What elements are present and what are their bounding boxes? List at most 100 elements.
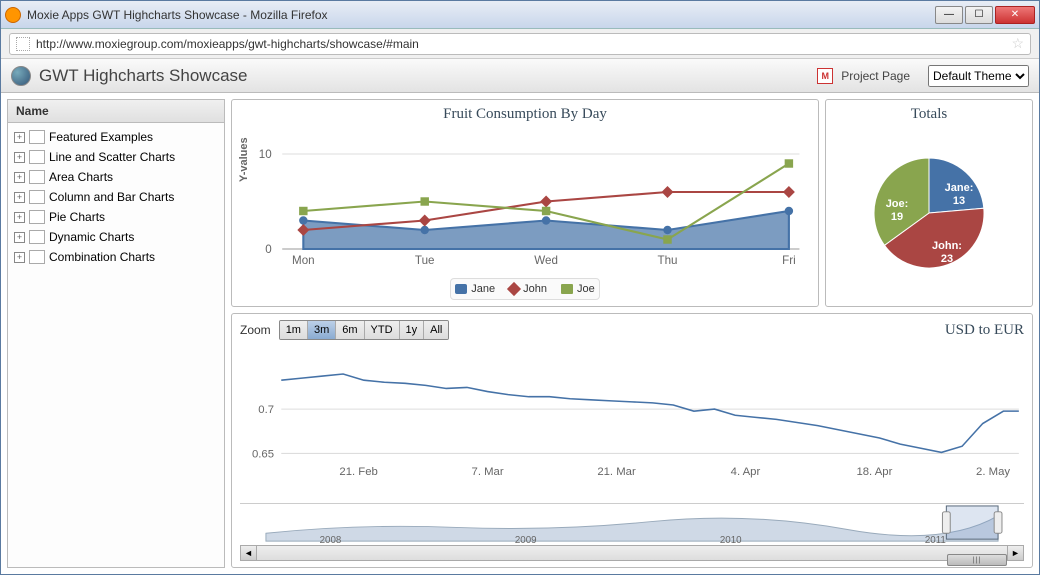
pie-chart-title: Totals: [834, 106, 1024, 123]
expand-icon[interactable]: +: [14, 252, 25, 263]
page-icon: [16, 37, 30, 51]
minimize-button[interactable]: —: [935, 6, 963, 24]
zoom-buttons: 1m 3m 6m YTD 1y All: [279, 320, 450, 340]
maximize-button[interactable]: ☐: [965, 6, 993, 24]
tree: + Featured Examples + Line and Scatter Cha…: [8, 123, 224, 271]
project-page-link[interactable]: Project Page: [841, 69, 910, 83]
dynamic-chart-icon: [29, 230, 45, 244]
legend-john[interactable]: John: [509, 283, 547, 295]
svg-text:2009: 2009: [515, 535, 537, 545]
expand-icon[interactable]: +: [14, 152, 25, 163]
url-bar: ☆: [1, 29, 1039, 59]
area-chart[interactable]: 10 0: [240, 125, 810, 278]
svg-text:Joe:: Joe:: [886, 198, 909, 210]
tree-item-area[interactable]: + Area Charts: [10, 167, 222, 187]
zoom-all[interactable]: All: [424, 321, 448, 339]
theme-select[interactable]: Default Theme: [928, 65, 1029, 87]
navigator[interactable]: 2008 2009 2010 2011: [240, 503, 1024, 545]
firefox-icon: [5, 7, 21, 23]
expand-icon[interactable]: +: [14, 132, 25, 143]
area-chart-title: Fruit Consumption By Day: [240, 106, 810, 123]
svg-text:Thu: Thu: [657, 254, 677, 267]
area-chart-panel: Fruit Consumption By Day Y-values 10 0: [231, 99, 819, 307]
tree-label: Column and Bar Charts: [49, 190, 174, 204]
tree-item-line[interactable]: + Line and Scatter Charts: [10, 147, 222, 167]
svg-text:13: 13: [953, 195, 965, 207]
legend-joe[interactable]: Joe: [561, 283, 595, 295]
zoom-1y[interactable]: 1y: [400, 321, 425, 339]
project-page-icon: M: [817, 68, 833, 84]
svg-text:2011: 2011: [925, 535, 946, 545]
svg-text:2. May: 2. May: [976, 466, 1010, 478]
svg-text:23: 23: [941, 253, 953, 265]
scroll-left-button[interactable]: ◄: [241, 546, 257, 560]
svg-text:0.65: 0.65: [252, 449, 274, 461]
bar-chart-icon: [29, 190, 45, 204]
svg-text:18. Apr: 18. Apr: [856, 466, 892, 478]
square-icon: [455, 284, 467, 294]
stock-chart-title: USD to EUR: [945, 322, 1024, 339]
legend-jane[interactable]: Jane: [455, 283, 495, 295]
stock-chart[interactable]: 0.7 0.65 21. Feb 7. Mar 21. Mar 4. Apr 1…: [240, 344, 1024, 501]
url-input[interactable]: [36, 37, 1005, 51]
svg-text:Tue: Tue: [415, 254, 435, 267]
app-logo-icon: [11, 66, 31, 86]
area-chart-legend: Jane John Joe: [450, 278, 599, 300]
tree-label: Featured Examples: [49, 130, 153, 144]
tree-item-pie[interactable]: + Pie Charts: [10, 207, 222, 227]
zoom-label: Zoom: [240, 323, 271, 337]
svg-text:0: 0: [265, 243, 271, 256]
tree-item-featured[interactable]: + Featured Examples: [10, 127, 222, 147]
svg-text:2008: 2008: [320, 535, 342, 545]
app-title: GWT Highcharts Showcase: [39, 66, 809, 86]
close-button[interactable]: ✕: [995, 6, 1035, 24]
app-header: GWT Highcharts Showcase M Project Page D…: [1, 59, 1039, 93]
svg-text:7. Mar: 7. Mar: [472, 466, 504, 478]
tree-item-dynamic[interactable]: + Dynamic Charts: [10, 227, 222, 247]
line-chart-icon: [29, 150, 45, 164]
svg-text:Jane:: Jane:: [945, 182, 974, 194]
sidebar-header: Name: [8, 100, 224, 123]
zoom-ytd[interactable]: YTD: [365, 321, 400, 339]
zoom-3m[interactable]: 3m: [308, 321, 336, 339]
svg-text:21. Feb: 21. Feb: [339, 466, 377, 478]
tree-label: Dynamic Charts: [49, 230, 134, 244]
svg-text:Fri: Fri: [782, 254, 796, 267]
star-icon: [29, 130, 45, 144]
tree-label: Pie Charts: [49, 210, 105, 224]
expand-icon[interactable]: +: [14, 172, 25, 183]
svg-text:4. Apr: 4. Apr: [731, 466, 761, 478]
browser-window: Moxie Apps GWT Highcharts Showcase - Moz…: [0, 0, 1040, 575]
bookmark-star-icon[interactable]: ☆: [1011, 35, 1024, 52]
expand-icon[interactable]: +: [14, 212, 25, 223]
svg-text:Mon: Mon: [292, 254, 315, 267]
svg-text:Wed: Wed: [534, 254, 558, 267]
zoom-6m[interactable]: 6m: [336, 321, 364, 339]
pie-chart[interactable]: Jane: 13 John: 23 Joe: 19: [839, 133, 1019, 293]
diamond-icon: [507, 282, 521, 296]
svg-text:John:: John:: [932, 240, 962, 252]
svg-text:0.7: 0.7: [258, 404, 274, 416]
svg-text:19: 19: [891, 211, 903, 223]
tree-label: Line and Scatter Charts: [49, 150, 175, 164]
tree-item-combination[interactable]: + Combination Charts: [10, 247, 222, 267]
navigator-scrollbar[interactable]: ◄ ||| ►: [240, 545, 1024, 561]
y-axis-label: Y-values: [238, 137, 250, 182]
titlebar: Moxie Apps GWT Highcharts Showcase - Moz…: [1, 1, 1039, 29]
area-chart-icon: [29, 170, 45, 184]
expand-icon[interactable]: +: [14, 192, 25, 203]
tree-label: Area Charts: [49, 170, 113, 184]
scroll-thumb[interactable]: |||: [947, 554, 1007, 566]
pie-chart-panel: Totals Jane: 13: [825, 99, 1033, 307]
expand-icon[interactable]: +: [14, 232, 25, 243]
window-title: Moxie Apps GWT Highcharts Showcase - Moz…: [27, 8, 935, 22]
tree-label: Combination Charts: [49, 250, 155, 264]
pie-chart-icon: [29, 210, 45, 224]
tree-item-column[interactable]: + Column and Bar Charts: [10, 187, 222, 207]
svg-text:2010: 2010: [720, 535, 742, 545]
zoom-1m[interactable]: 1m: [280, 321, 308, 339]
svg-text:21. Mar: 21. Mar: [597, 466, 636, 478]
square-icon: [561, 284, 573, 294]
scroll-right-button[interactable]: ►: [1007, 546, 1023, 560]
sidebar: Name + Featured Examples + Line and Scatte…: [7, 99, 225, 568]
